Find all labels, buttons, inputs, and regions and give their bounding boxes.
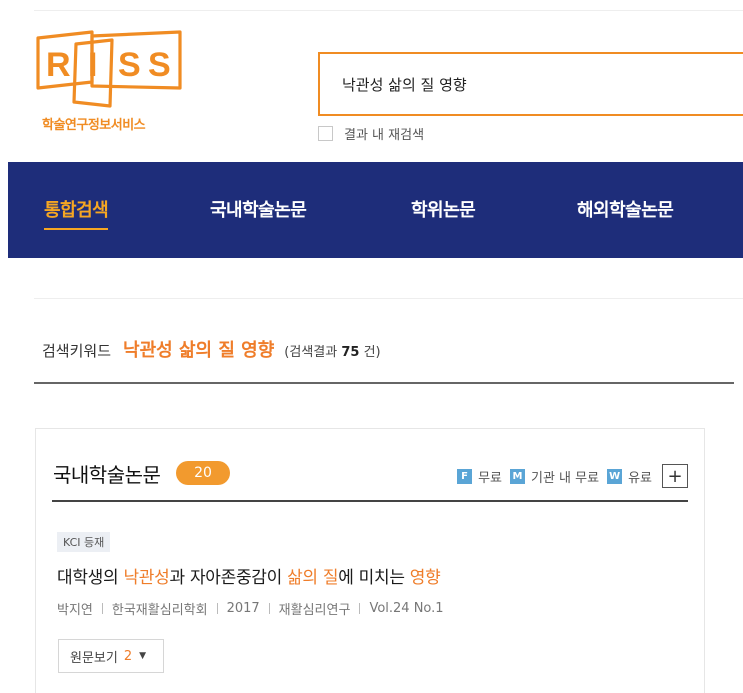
nav-tab-label: 국내학술논문 [210,200,307,221]
page: R I S S 학술연구정보서비스 결과 내 재검색 통합검색 국내학술논문 학… [0,0,743,693]
search-box [318,52,743,116]
legend-paid: W 유료 [607,467,652,486]
nav-tab-dissertations[interactable]: 학위논문 [411,196,476,222]
riss-logo[interactable]: R I S S 학술연구정보서비스 [34,30,184,140]
active-tab-underline [44,228,109,230]
meta-year: 2017 [226,601,260,616]
nav-tab-label: 통합검색 [44,200,109,221]
research-checkbox[interactable] [318,126,333,141]
logo-letter-r: R [46,46,73,84]
research-label: 결과 내 재검색 [344,128,425,143]
view-original-button[interactable]: 원문보기 2 ▼ [58,639,164,673]
nav-tab-domestic-papers[interactable]: 국내학술논문 [210,196,307,222]
logo-letter-i: I [88,46,99,84]
institution-free-badge-icon: M [510,468,525,484]
meta-author: 박지연 [57,603,93,618]
meta-publisher: 한국재활심리학회 [111,603,208,618]
search-input[interactable] [320,54,743,114]
domestic-papers-card: 국내학술논문 20 F 무료 M 기관 내 무료 W 유료 + KCI 등재 대… [35,428,705,693]
nav-tab-foreign-papers[interactable]: 해외학술논문 [577,196,674,222]
section-divider [34,298,743,299]
meta-journal: 재활심리연구 [278,603,351,618]
logo-letter-s1: S [118,46,143,84]
access-legend: F 무료 M 기관 내 무료 W 유료 + [457,464,688,488]
legend-label: 유료 [628,470,652,486]
legend-label: 무료 [478,470,502,486]
paper-title-link[interactable]: 대학생의 낙관성과 자아존중감이 삶의 질에 미치는 영향 [57,563,441,588]
meta-volume: Vol.24 No.1 [369,601,444,616]
logo-letter-s2: S [148,46,173,84]
keyword-value: 낙관성 삶의 질 영향 [123,340,275,361]
free-badge-icon: F [457,468,473,484]
search-summary: 검색키워드 낙관성 삶의 질 영향 (검색결과 75 건) [42,336,381,362]
legend-institution-free: M 기관 내 무료 [510,467,599,486]
card-title-divider [52,500,688,502]
expand-more-button[interactable]: + [662,464,688,488]
logo-subtitle: 학술연구정보서비스 [42,118,146,133]
section-count-badge: 20 [176,461,230,485]
legend-label: 기관 내 무료 [531,470,600,486]
view-original-count: 2 [123,648,133,664]
chevron-down-icon: ▼ [139,651,147,661]
nav-tab-label: 학위논문 [411,200,476,221]
result-count: (검색결과 75 건) [284,345,381,360]
summary-divider [34,382,734,384]
main-nav: 통합검색 국내학술논문 학위논문 해외학술논문 [8,162,743,258]
keyword-label: 검색키워드 [42,342,112,360]
paid-badge-icon: W [607,468,623,484]
top-divider [34,10,743,11]
result-count-number: 75 [341,345,360,360]
research-option[interactable]: 결과 내 재검색 [318,124,424,143]
section-title: 국내학술논문 [53,463,161,487]
riss-logo-mark: R I S S [36,30,182,108]
legend-free: F 무료 [457,467,502,486]
kci-tag: KCI 등재 [57,532,111,552]
paper-meta: 박지연 한국재활심리학회 2017 재활심리연구 Vol.24 No.1 [57,599,444,618]
nav-tab-label: 해외학술논문 [577,200,674,221]
nav-tab-integrated-search[interactable]: 통합검색 [44,196,109,230]
